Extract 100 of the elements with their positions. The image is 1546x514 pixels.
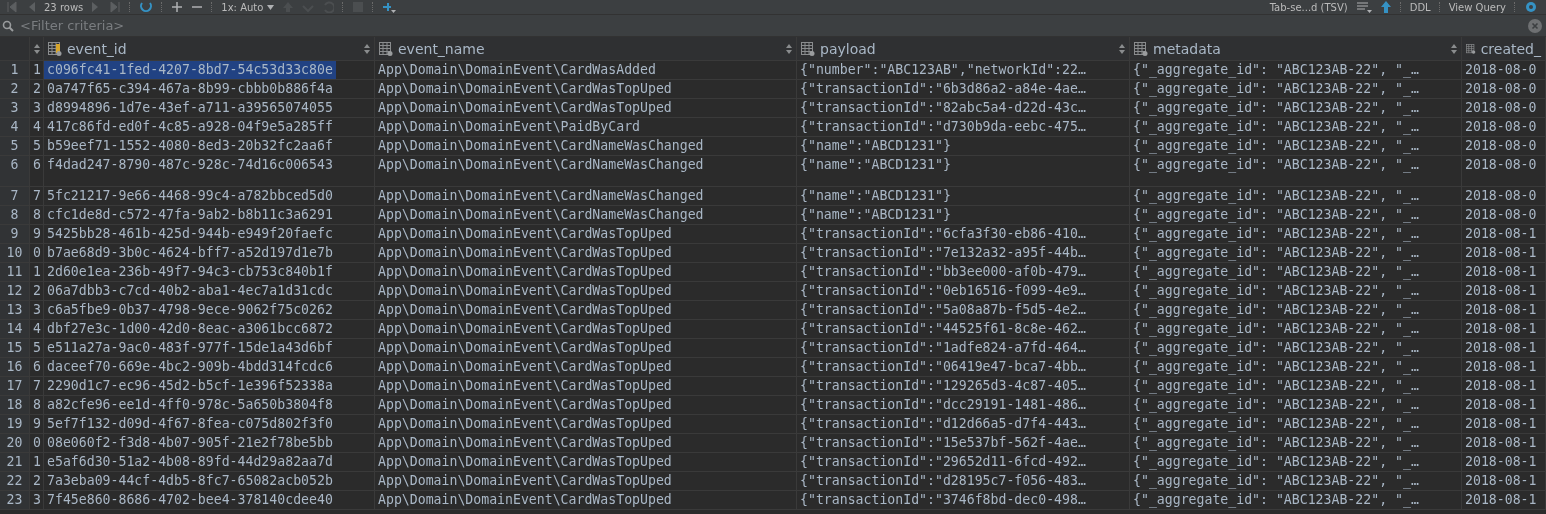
column-header[interactable]: event_id (44, 37, 375, 61)
payload-cell[interactable]: {"transactionId":"7e132a32-a95f-44b… (797, 244, 1089, 262)
name-cell[interactable]: App\Domain\DomainEvent\CardWasTopUped (375, 301, 675, 319)
add-row-icon[interactable] (171, 1, 184, 13)
name-cell[interactable]: App\Domain\DomainEvent\CardWasTopUped (375, 491, 675, 509)
id-cell[interactable]: a82cfe96-ee1d-4ff0-978c-5a650b3804f8 (44, 396, 336, 414)
date-cell[interactable]: 2018-08-1 (1462, 472, 1540, 490)
date-cell[interactable]: 2018-08-0 (1462, 206, 1540, 224)
payload-cell[interactable]: {"transactionId":"1adfe824-a7fd-464… (797, 339, 1089, 357)
ddl-button[interactable]: DDL (1409, 1, 1431, 13)
id-cell[interactable]: c096fc41-1fed-4207-8bd7-54c53d33c80e (44, 61, 336, 79)
id-cell[interactable]: cfc1de8d-c572-47fa-9ab2-b8b11c3a6291 (44, 206, 336, 224)
name-cell[interactable]: App\Domain\DomainEvent\PaidByCard (375, 118, 643, 136)
date-cell[interactable]: 2018-08-0 (1462, 137, 1540, 155)
upload-icon[interactable] (1379, 1, 1392, 13)
filter-field[interactable]: <Filter criteria> (20, 18, 1522, 33)
name-cell[interactable]: App\Domain\DomainEvent\CardNameWasChanged (375, 156, 707, 174)
payload-cell[interactable]: {"transactionId":"dcc29191-1481-486… (797, 396, 1089, 414)
export-format-dropdown[interactable]: Tab-se...d (TSV) (1269, 1, 1348, 13)
payload-cell[interactable]: {"transactionId":"82abc5a4-d22d-43c… (797, 99, 1089, 117)
metadata-cell[interactable]: {"_aggregate_id": "ABC123AB-22", "_… (1130, 80, 1422, 98)
first-page-icon[interactable] (6, 1, 18, 13)
date-cell[interactable]: 2018-08-0 (1462, 80, 1540, 98)
name-cell[interactable]: App\Domain\DomainEvent\CardWasTopUped (375, 396, 675, 414)
metadata-cell[interactable]: {"_aggregate_id": "ABC123AB-22", "_… (1130, 137, 1422, 155)
payload-cell[interactable]: {"transactionId":"29652d11-6fcd-492… (797, 453, 1089, 471)
id-cell[interactable]: b59eef71-1552-4080-8ed3-20b32fc2aa6f (44, 137, 336, 155)
payload-cell[interactable]: {"transactionId":"bb3ee000-af0b-479… (797, 263, 1089, 281)
id-cell[interactable]: 0a747f65-c394-467a-8b99-cbbb0b886f4a (44, 80, 336, 98)
metadata-cell[interactable]: {"_aggregate_id": "ABC123AB-22", "_… (1130, 377, 1422, 395)
date-cell[interactable]: 2018-08-1 (1462, 244, 1540, 262)
id-cell[interactable]: 7f45e860-8686-4702-bee4-378140cdee40 (44, 491, 336, 509)
payload-cell[interactable]: {"transactionId":"d28195c7-f056-483… (797, 472, 1089, 490)
metadata-cell[interactable]: {"_aggregate_id": "ABC123AB-22", "_… (1130, 156, 1422, 174)
column-header[interactable]: created_ (1462, 37, 1546, 61)
date-cell[interactable]: 2018-08-1 (1462, 491, 1540, 509)
id-cell[interactable]: 06a7dbb3-c7cd-40b2-aba1-4ec7a1d31cdc (44, 282, 336, 300)
metadata-cell[interactable]: {"_aggregate_id": "ABC123AB-22", "_… (1130, 415, 1422, 433)
metadata-cell[interactable]: {"_aggregate_id": "ABC123AB-22", "_… (1130, 434, 1422, 452)
name-cell[interactable]: App\Domain\DomainEvent\CardWasTopUped (375, 225, 675, 243)
date-cell[interactable]: 2018-08-0 (1462, 61, 1540, 79)
metadata-cell[interactable]: {"_aggregate_id": "ABC123AB-22", "_… (1130, 320, 1422, 338)
payload-cell[interactable]: {"transactionId":"15e537bf-562f-4ae… (797, 434, 1089, 452)
metadata-cell[interactable]: {"_aggregate_id": "ABC123AB-22", "_… (1130, 491, 1422, 509)
view-query-button[interactable]: View Query (1448, 1, 1506, 13)
metadata-cell[interactable]: {"_aggregate_id": "ABC123AB-22", "_… (1130, 206, 1422, 224)
id-cell[interactable]: dbf27e3c-1d00-42d0-8eac-a3061bcc6872 (44, 320, 336, 338)
clear-icon[interactable] (1528, 18, 1542, 33)
name-cell[interactable]: App\Domain\DomainEvent\CardWasTopUped (375, 99, 675, 117)
refresh-icon[interactable] (139, 1, 154, 13)
sort-icon[interactable] (34, 43, 40, 54)
metadata-cell[interactable]: {"_aggregate_id": "ABC123AB-22", "_… (1130, 301, 1422, 319)
name-cell[interactable]: App\Domain\DomainEvent\CardWasAdded (375, 61, 659, 79)
payload-cell[interactable]: {"name":"ABCD1231"} (797, 206, 954, 224)
id-cell[interactable]: e5af6d30-51a2-4b08-89fd-44d29a82aa7d (44, 453, 336, 471)
name-cell[interactable]: App\Domain\DomainEvent\CardWasTopUped (375, 244, 675, 262)
date-cell[interactable]: 2018-08-1 (1462, 301, 1540, 319)
date-cell[interactable]: 2018-08-0 (1462, 187, 1540, 205)
name-cell[interactable]: App\Domain\DomainEvent\CardWasTopUped (375, 80, 675, 98)
payload-cell[interactable]: {"name":"ABCD1231"} (797, 187, 954, 205)
metadata-cell[interactable]: {"_aggregate_id": "ABC123AB-22", "_… (1130, 472, 1422, 490)
id-cell[interactable]: c6a5fbe9-0b37-4798-9ece-9062f75c0262 (44, 301, 336, 319)
metadata-cell[interactable]: {"_aggregate_id": "ABC123AB-22", "_… (1130, 244, 1422, 262)
name-cell[interactable]: App\Domain\DomainEvent\CardNameWasChanged (375, 206, 707, 224)
name-cell[interactable]: App\Domain\DomainEvent\CardWasTopUped (375, 282, 675, 300)
metadata-cell[interactable]: {"_aggregate_id": "ABC123AB-22", "_… (1130, 61, 1422, 79)
payload-cell[interactable]: {"transactionId":"6cfa3f30-eb86-410… (797, 225, 1089, 243)
pin-icon[interactable] (382, 1, 397, 13)
payload-cell[interactable]: {"transactionId":"5a08a87b-f5d5-4e2… (797, 301, 1089, 319)
date-cell[interactable]: 2018-08-1 (1462, 358, 1540, 376)
id-cell[interactable]: 5fc21217-9e66-4468-99c4-a782bbced5d0 (44, 187, 336, 205)
id-cell[interactable]: 2290d1c7-ec96-45d2-b5cf-1e396f52338a (44, 377, 336, 395)
export-icon[interactable] (1355, 1, 1372, 13)
payload-cell[interactable]: {"transactionId":"0eb16516-f099-4e9… (797, 282, 1089, 300)
id-cell[interactable]: 2d60e1ea-236b-49f7-94c3-cb753c840b1f (44, 263, 336, 281)
metadata-cell[interactable]: {"_aggregate_id": "ABC123AB-22", "_… (1130, 396, 1422, 414)
name-cell[interactable]: App\Domain\DomainEvent\CardWasTopUped (375, 320, 675, 338)
payload-cell[interactable]: {"transactionId":"44525f61-8c8e-462… (797, 320, 1089, 338)
column-header[interactable]: metadata (1130, 37, 1462, 61)
date-cell[interactable]: 2018-08-0 (1462, 118, 1540, 136)
date-cell[interactable]: 2018-08-1 (1462, 415, 1540, 433)
metadata-cell[interactable]: {"_aggregate_id": "ABC123AB-22", "_… (1130, 225, 1422, 243)
id-cell[interactable]: d8994896-1d7e-43ef-a711-a39565074055 (44, 99, 336, 117)
metadata-cell[interactable]: {"_aggregate_id": "ABC123AB-22", "_… (1130, 99, 1422, 117)
name-cell[interactable]: App\Domain\DomainEvent\CardNameWasChanged (375, 187, 707, 205)
metadata-cell[interactable]: {"_aggregate_id": "ABC123AB-22", "_… (1130, 118, 1422, 136)
id-cell[interactable]: 5425bb28-461b-425d-944b-e949f20faefc (44, 225, 336, 243)
name-cell[interactable]: App\Domain\DomainEvent\CardWasTopUped (375, 263, 675, 281)
date-cell[interactable]: 2018-08-1 (1462, 434, 1540, 452)
sort-icon[interactable] (364, 43, 370, 54)
payload-cell[interactable]: {"transactionId":"06419e47-bca7-4bb… (797, 358, 1089, 376)
name-cell[interactable]: App\Domain\DomainEvent\CardWasTopUped (375, 453, 675, 471)
metadata-cell[interactable]: {"_aggregate_id": "ABC123AB-22", "_… (1130, 282, 1422, 300)
date-cell[interactable]: 2018-08-1 (1462, 396, 1540, 414)
column-header[interactable]: payload (797, 37, 1130, 61)
id-cell[interactable]: 7a3eba09-44cf-4db5-8fc7-65082acb052b (44, 472, 336, 490)
name-cell[interactable]: App\Domain\DomainEvent\CardWasTopUped (375, 415, 675, 433)
metadata-cell[interactable]: {"_aggregate_id": "ABC123AB-22", "_… (1130, 453, 1422, 471)
payload-cell[interactable]: {"transactionId":"d12d66a5-d7f4-443… (797, 415, 1089, 433)
date-cell[interactable]: 2018-08-1 (1462, 263, 1540, 281)
